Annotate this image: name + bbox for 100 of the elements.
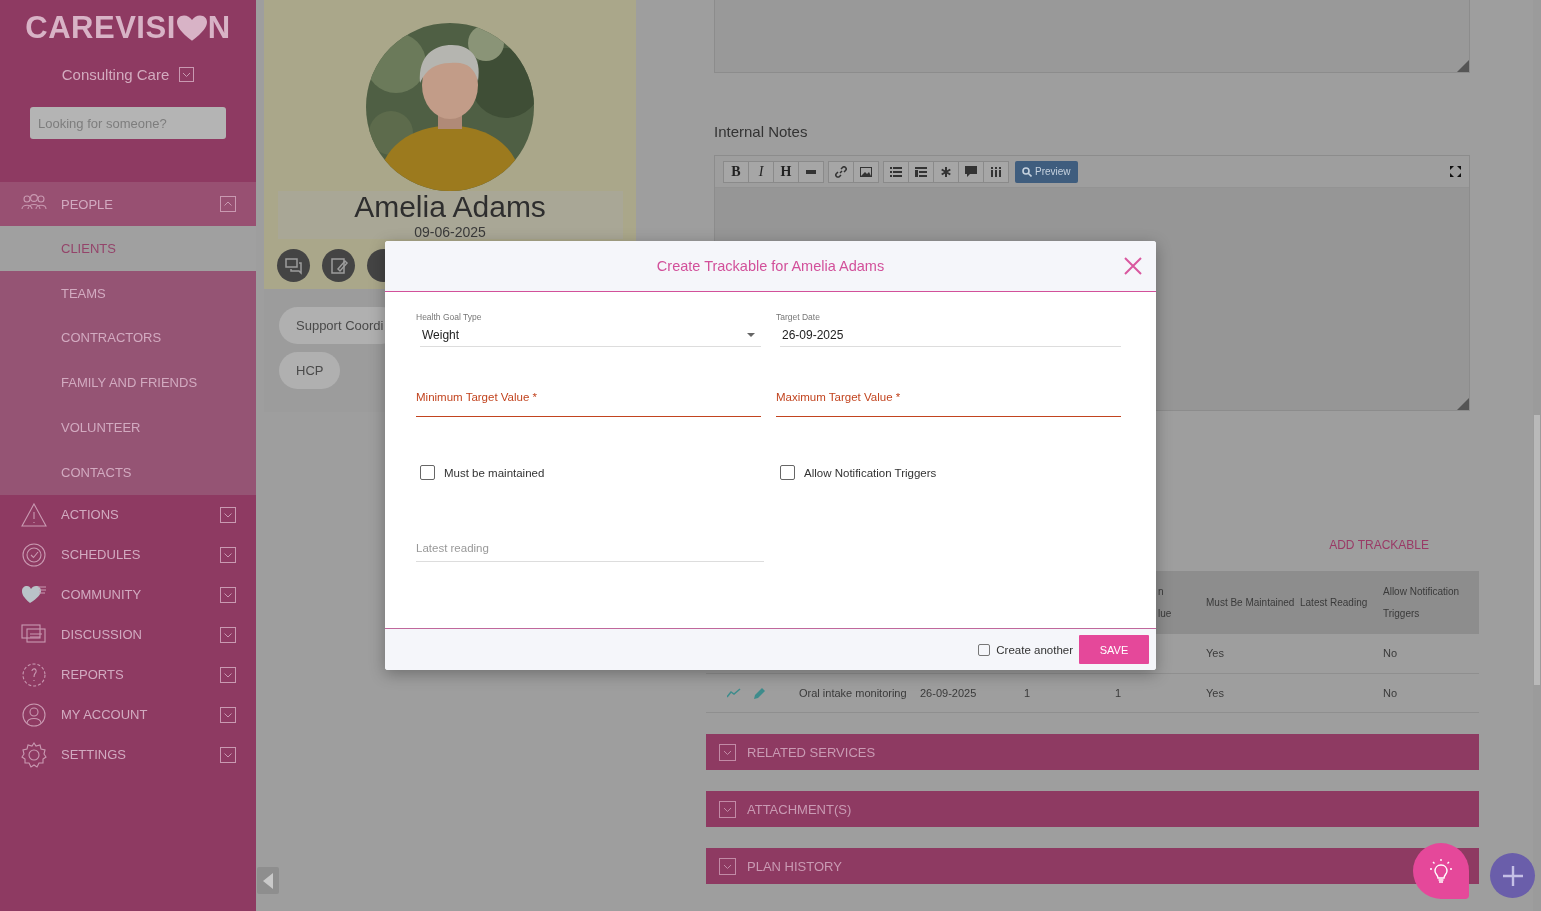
date-field[interactable]: 26-09-2025 xyxy=(780,324,1121,347)
checkbox-label: Must be maintained xyxy=(444,466,545,479)
field-label: Target Date xyxy=(776,312,821,324)
column-header: n lue xyxy=(1158,584,1172,621)
section-header[interactable]: RELATED SERVICES xyxy=(706,734,1479,770)
nav-subitem[interactable]: CONTACTS xyxy=(0,450,256,495)
expand-icon xyxy=(220,586,236,603)
link-button[interactable] xyxy=(828,160,854,183)
nav-item[interactable]: SCHEDULES xyxy=(0,534,256,575)
input-field[interactable]: Maximum Target Value * xyxy=(776,389,1121,417)
table-cell: 1 xyxy=(1024,686,1031,699)
expand-icon xyxy=(220,626,236,643)
triangle-left-icon xyxy=(263,872,273,889)
preview-button[interactable]: Preview xyxy=(1015,160,1078,183)
link-icon xyxy=(835,165,847,178)
close-icon xyxy=(1124,257,1142,275)
select-field[interactable]: Weight xyxy=(420,324,761,347)
resize-handle-icon xyxy=(1457,398,1469,410)
plus-icon xyxy=(1502,865,1523,886)
lightbulb-icon xyxy=(1429,858,1453,884)
column-header: Must Be Maintained xyxy=(1206,596,1295,608)
numbered-list-button[interactable] xyxy=(908,160,934,183)
input-field[interactable]: Minimum Target Value * xyxy=(416,389,761,417)
nav-item[interactable]: ACTIONS xyxy=(0,494,256,535)
logo-text: CAREVISI xyxy=(25,10,176,46)
resize-handle-icon xyxy=(1457,60,1469,72)
nav-item[interactable]: REPORTS xyxy=(0,654,256,695)
bullet-list-button[interactable] xyxy=(883,160,909,183)
client-date: 09-06-2025 xyxy=(414,224,486,239)
expand-icon xyxy=(719,857,736,875)
image-button[interactable] xyxy=(853,160,879,183)
dialog-title: Create Trackable for Amelia Adams xyxy=(656,258,885,274)
table-cell: Oral intake monitoring xyxy=(799,686,907,699)
edit-icon xyxy=(328,255,349,276)
image-icon xyxy=(860,166,872,177)
close-button[interactable] xyxy=(1124,257,1142,275)
nav-subitem[interactable]: VOLUNTEER xyxy=(0,405,256,450)
format-button[interactable]: H xyxy=(773,160,799,183)
add-button[interactable] xyxy=(1490,853,1535,898)
format-button[interactable]: B xyxy=(723,160,749,183)
nav-item[interactable]: PEOPLE xyxy=(0,182,256,226)
expand-icon xyxy=(719,743,736,761)
expand-icon xyxy=(220,746,236,763)
user-icon xyxy=(20,700,48,729)
client-name: Amelia Adams xyxy=(354,191,546,223)
heart-icon xyxy=(176,14,207,42)
nav-subitem[interactable]: TEAMS xyxy=(0,270,256,316)
nav-subitem[interactable]: FAMILY AND FRIENDS xyxy=(0,360,256,406)
asterisk-icon xyxy=(941,166,951,177)
logo-text: N xyxy=(207,10,231,46)
checkbox-label: Allow Notification Triggers xyxy=(804,466,937,479)
checkbox-label: Create another xyxy=(996,643,1073,656)
table-cell: Yes xyxy=(1206,686,1224,699)
field-label: Health Goal Type xyxy=(416,312,483,324)
table-cell: 1 xyxy=(1115,686,1122,699)
input-field[interactable]: Latest reading xyxy=(416,534,764,562)
clock-icon xyxy=(20,540,48,569)
speech-bubble-icon xyxy=(965,166,977,177)
gear-icon xyxy=(20,740,48,769)
save-button[interactable]: SAVE xyxy=(1079,635,1149,664)
checkbox[interactable] xyxy=(420,465,435,480)
column-header: Allow Notification Triggers xyxy=(1383,585,1460,619)
columns-icon xyxy=(991,166,1001,177)
chat-button[interactable] xyxy=(277,249,310,282)
nav-item[interactable]: MY ACCOUNT xyxy=(0,694,256,735)
table-cell: Yes xyxy=(1206,647,1224,659)
tag-chip: HCP xyxy=(279,352,341,389)
list-icon xyxy=(915,166,927,177)
expand-icon xyxy=(220,546,236,563)
field-label: Internal Notes xyxy=(714,123,809,140)
comment-button[interactable] xyxy=(958,160,984,183)
checkbox[interactable] xyxy=(780,465,795,480)
caret-icon xyxy=(747,333,755,337)
table-cell: No xyxy=(1383,647,1398,659)
search-icon xyxy=(1022,166,1032,177)
section-header[interactable]: PLAN HISTORY xyxy=(706,848,1479,884)
columns-button[interactable] xyxy=(983,160,1009,183)
nav-item[interactable]: COMMUNITY xyxy=(0,574,256,615)
nav-subitem[interactable]: CONTRACTORS xyxy=(0,315,256,361)
format-button[interactable]: I xyxy=(748,160,774,183)
checkbox[interactable] xyxy=(978,643,991,656)
asterisk-button[interactable] xyxy=(933,160,959,183)
expand-icon xyxy=(220,706,236,723)
nav-item[interactable]: SETTINGS xyxy=(0,734,256,775)
nav-subitem[interactable]: CLIENTS xyxy=(0,226,256,271)
list-icon xyxy=(890,166,902,177)
table-cell: No xyxy=(1383,686,1398,699)
expand-icon xyxy=(719,800,736,818)
section-header[interactable]: ATTACHMENT(S) xyxy=(706,791,1479,827)
rule-button[interactable] xyxy=(798,160,824,183)
edit-button[interactable] xyxy=(322,249,355,282)
fullscreen-icon[interactable] xyxy=(1450,166,1461,177)
add-trackable-link[interactable]: ADD TRACKABLE xyxy=(1329,538,1429,552)
dropdown-icon[interactable] xyxy=(179,67,195,82)
nav-item[interactable]: DISCUSSION xyxy=(0,614,256,655)
table-cell: 26-09-2025 xyxy=(920,686,977,699)
tips-button[interactable] xyxy=(1413,843,1469,899)
organization-name: Consulting Care xyxy=(61,66,170,83)
expand-icon xyxy=(220,506,236,523)
chat-icon xyxy=(283,255,304,276)
